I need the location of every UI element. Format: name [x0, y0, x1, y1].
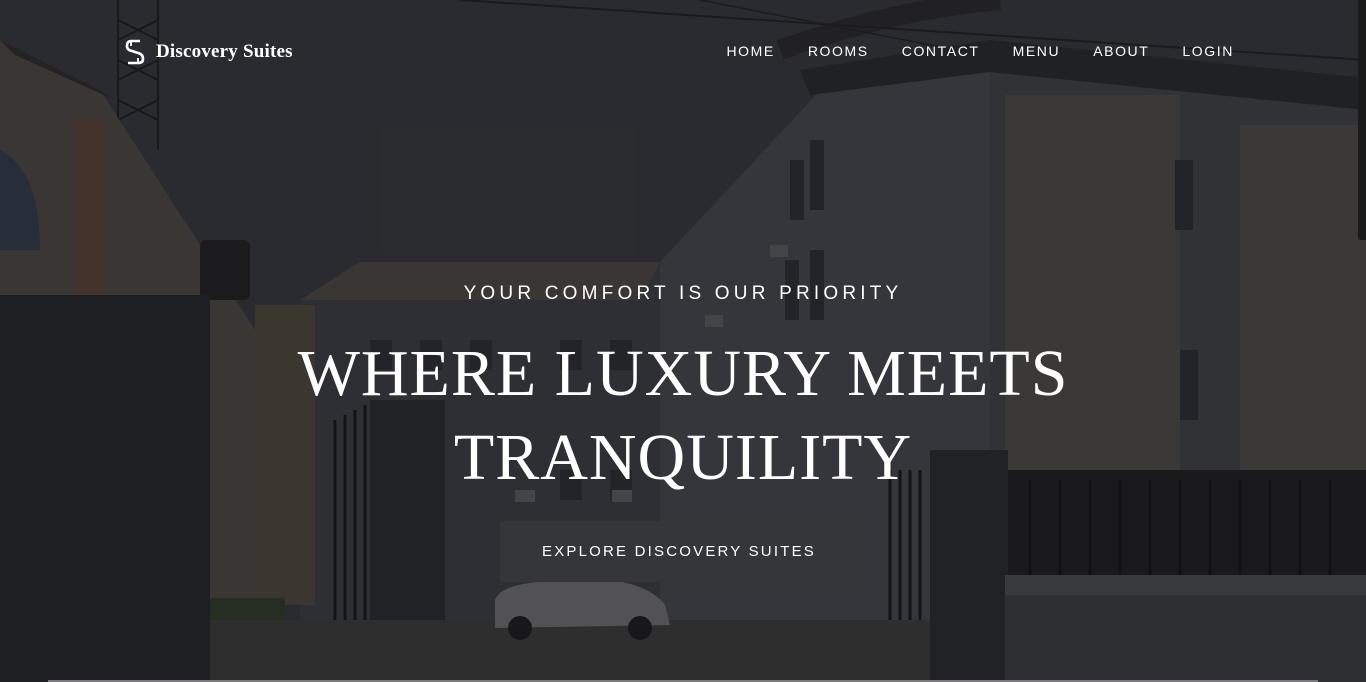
hero-headline: WHERE LUXURY MEETS TRANQUILITY: [0, 332, 1366, 500]
brand-link[interactable]: Discovery Suites: [124, 38, 293, 66]
explore-button[interactable]: EXPLORE DISCOVERY SUITES: [500, 521, 858, 582]
hero-headline-line-1: WHERE LUXURY MEETS: [297, 337, 1069, 410]
hero-headline-line-2: TRANQUILITY: [453, 421, 913, 494]
scrollbar-thumb[interactable]: [1358, 0, 1366, 240]
site-header: Discovery Suites HOME ROOMS CONTACT MENU…: [0, 0, 1366, 100]
nav-contact[interactable]: CONTACT: [902, 43, 980, 59]
main-navigation: HOME ROOMS CONTACT MENU ABOUT LOGIN: [726, 43, 1234, 59]
nav-home[interactable]: HOME: [726, 43, 774, 59]
nav-login[interactable]: LOGIN: [1182, 43, 1234, 59]
hero-section: Discovery Suites HOME ROOMS CONTACT MENU…: [0, 0, 1366, 682]
nav-about[interactable]: ABOUT: [1093, 43, 1149, 59]
hero-tagline: YOUR COMFORT IS OUR PRIORITY: [463, 283, 903, 304]
brand-name: Discovery Suites: [156, 41, 293, 62]
nav-rooms[interactable]: ROOMS: [808, 43, 869, 59]
nav-menu[interactable]: MENU: [1013, 43, 1061, 59]
s-monogram-icon: [125, 39, 145, 65]
